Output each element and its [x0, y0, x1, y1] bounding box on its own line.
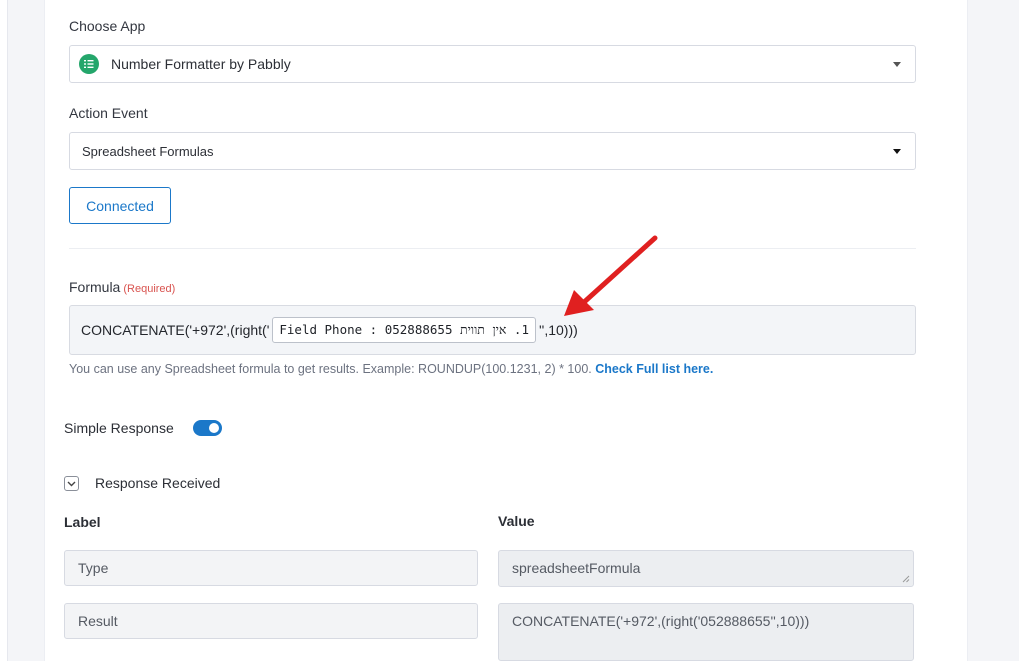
formula-label: Formula (Required) [69, 279, 175, 295]
response-value-type-text: spreadsheetFormula [512, 560, 641, 576]
chevron-down-icon [893, 62, 901, 67]
response-value-type[interactable]: spreadsheetFormula [498, 550, 914, 587]
response-value-result-text: CONCATENATE('+972',(right('052888655'',1… [512, 613, 810, 629]
response-received-label: Response Received [95, 475, 221, 491]
response-label-type: Type [64, 550, 478, 586]
response-value-result[interactable]: CONCATENATE('+972',(right('052888655'',1… [498, 603, 914, 661]
label-column-header: Label [64, 514, 101, 530]
list-numbers-icon [79, 54, 99, 74]
choose-app-value: Number Formatter by Pabbly [111, 56, 291, 72]
field-token-text: 1. אין תווית Field Phone : 052888655 [279, 322, 529, 337]
action-event-label: Action Event [69, 105, 148, 121]
simple-response-toggle[interactable] [193, 420, 222, 436]
chevron-down-icon [893, 149, 901, 154]
response-label-result: Result [64, 603, 478, 639]
choose-app-label: Choose App [69, 18, 146, 34]
formula-suffix: '',10))) [539, 322, 578, 338]
action-event-value: Spreadsheet Formulas [82, 143, 214, 159]
formula-prefix: CONCATENATE('+972',(right(' [81, 322, 270, 338]
required-tag: (Required) [123, 283, 176, 295]
chevron-down-icon [67, 481, 76, 486]
response-expand-toggle[interactable] [64, 476, 79, 491]
section-divider [69, 248, 916, 249]
formula-hint: You can use any Spreadsheet formula to g… [69, 362, 713, 376]
formula-input[interactable]: CONCATENATE('+972',(right(' 1. אין תווית… [69, 305, 916, 355]
choose-app-select[interactable]: Number Formatter by Pabbly [69, 45, 916, 83]
toggle-knob [209, 423, 219, 433]
action-event-select[interactable]: Spreadsheet Formulas [69, 132, 916, 170]
connected-button[interactable]: Connected [69, 187, 171, 224]
left-rail [0, 0, 8, 661]
resize-grip-icon[interactable] [902, 575, 910, 583]
value-column-header: Value [498, 513, 535, 529]
formula-hint-text: You can use any Spreadsheet formula to g… [69, 362, 592, 376]
simple-response-label: Simple Response [64, 420, 174, 436]
annotation-arrow-icon [564, 235, 658, 316]
check-full-list-link[interactable]: Check Full list here. [595, 362, 713, 376]
field-token-chip[interactable]: 1. אין תווית Field Phone : 052888655 [272, 317, 536, 343]
formula-label-text: Formula [69, 279, 121, 295]
